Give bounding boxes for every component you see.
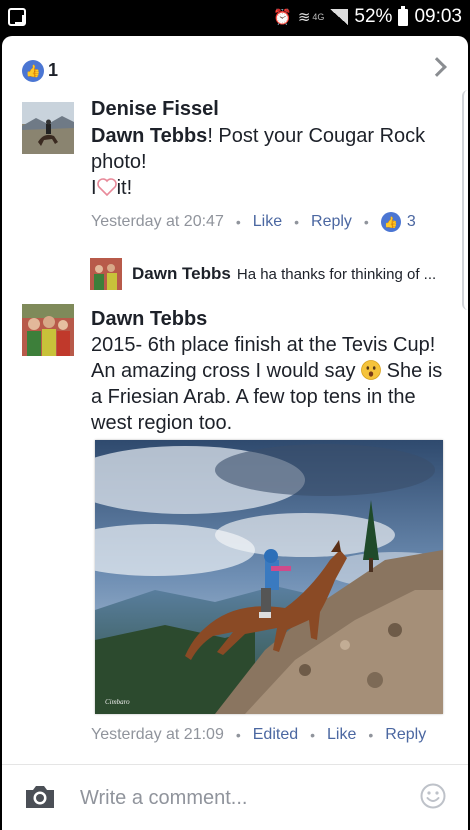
- battery-percent: 52%: [354, 6, 393, 27]
- camera-icon[interactable]: [24, 785, 56, 809]
- reactions-header[interactable]: 👍 1: [2, 36, 468, 102]
- reply-author[interactable]: Dawn Tebbs: [132, 264, 231, 284]
- emoji-picker-icon[interactable]: [420, 783, 446, 809]
- battery-icon: [398, 5, 409, 26]
- avatar[interactable]: [90, 258, 122, 290]
- comment-composer: Write a comment...: [2, 764, 468, 830]
- reply-button[interactable]: Reply: [385, 726, 426, 744]
- mention-link[interactable]: Dawn Tebbs: [91, 125, 207, 147]
- photo-watermark: Cimbaro: [105, 698, 130, 706]
- comment-meta: Yesterday at 20:47 • Like • Reply • 👍 3: [91, 212, 416, 232]
- thumbs-up-icon: 👍: [380, 212, 401, 232]
- comments-panel: 👍 1 Denise Fissel Dawn Tebbs! Post your …: [2, 36, 468, 830]
- comment-input[interactable]: Write a comment...: [80, 787, 247, 810]
- status-icons: ⏰ ≋ 4G 52% 09:03: [273, 5, 462, 28]
- comment-author[interactable]: Dawn Tebbs: [91, 308, 207, 331]
- signal-icon: [330, 9, 349, 25]
- edited-label[interactable]: Edited: [253, 726, 298, 744]
- clock: 09:03: [414, 6, 462, 27]
- like-button[interactable]: Like: [327, 726, 356, 744]
- separator-dot: •: [368, 727, 374, 743]
- comment-photo[interactable]: Cimbaro: [95, 440, 443, 714]
- separator-dot: •: [363, 214, 369, 230]
- comment-body: 2015- 6th place finish at the Tevis Cup!…: [91, 332, 453, 436]
- reaction-count[interactable]: 3: [407, 213, 416, 231]
- comment-meta: Yesterday at 21:09 • Edited • Like • Rep…: [91, 726, 426, 744]
- separator-dot: •: [235, 727, 241, 743]
- separator-dot: •: [310, 727, 316, 743]
- comment-author[interactable]: Denise Fissel: [91, 98, 219, 121]
- separator-dot: •: [235, 214, 241, 230]
- wifi-icon: ≋: [297, 9, 311, 26]
- chevron-right-icon[interactable]: [427, 57, 447, 77]
- avatar[interactable]: [22, 102, 74, 154]
- thumbs-up-icon: 👍: [22, 60, 44, 82]
- alarm-icon: ⏰: [273, 9, 292, 26]
- like-count: 1: [48, 60, 59, 80]
- heart-icon: [96, 178, 117, 196]
- network-type: 4G: [312, 12, 325, 22]
- screenshot-icon: [8, 8, 26, 26]
- reply-preview[interactable]: Dawn Tebbs Ha ha thanks for thinking of …: [90, 258, 436, 290]
- reply-button[interactable]: Reply: [311, 213, 352, 231]
- reply-text: Ha ha thanks for thinking of ...: [236, 265, 437, 283]
- scroll-edge: [462, 90, 468, 310]
- comment-body: Dawn Tebbs! Post your Cougar Rock photo!…: [91, 123, 451, 201]
- like-button[interactable]: Like: [253, 213, 282, 231]
- comment-timestamp: Yesterday at 21:09: [91, 726, 224, 743]
- comment-timestamp: Yesterday at 20:47: [91, 213, 224, 230]
- status-bar: ⏰ ≋ 4G 52% 09:03: [0, 0, 470, 36]
- avatar[interactable]: [22, 304, 74, 356]
- comment-text-line2-suffix: it!: [116, 177, 133, 199]
- surprised-face-emoji-icon: [361, 360, 382, 380]
- separator-dot: •: [294, 214, 300, 230]
